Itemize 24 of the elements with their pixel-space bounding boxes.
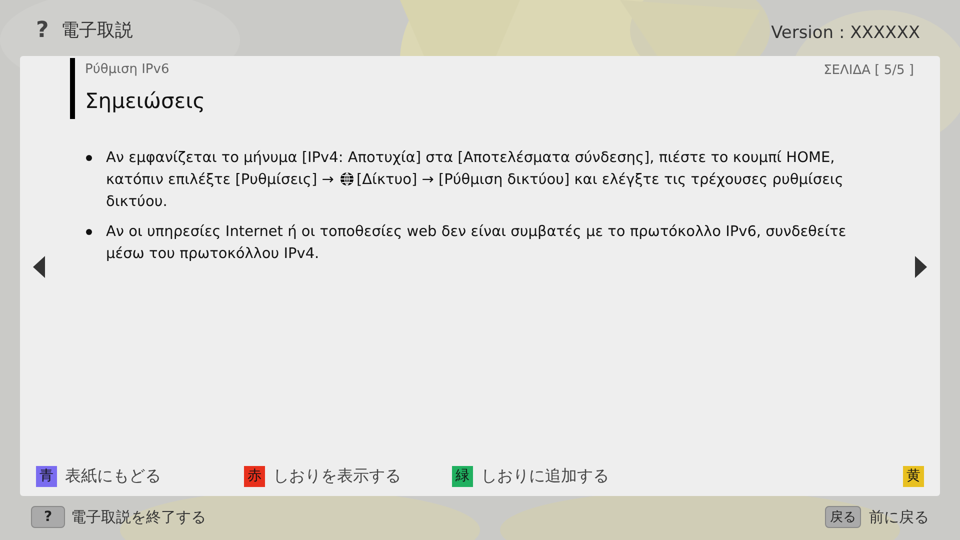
- page-counter: ΣΕΛΙΔΑ [ 5/5 ]: [824, 62, 914, 80]
- bullet-icon: [86, 229, 92, 235]
- app-title: 電子取説: [60, 18, 133, 42]
- note-text: Αν οι υπηρεσίες Internet ή οι τοποθεσίες web δεν είναι συμβατές με το πρωτόκολλο IPv6, συνδεθείτε μέσω του πρωτοκόλλου IPv4.: [106, 223, 848, 264]
- exit-label: 電子取説を終了する: [71, 507, 206, 528]
- key-label: しおりに追加する: [481, 465, 609, 487]
- next-arrow-icon[interactable]: [915, 256, 927, 278]
- page-heading: Σημειώσεις: [85, 88, 206, 114]
- key-label: しおりを表示する: [273, 465, 401, 487]
- version-label: Version : XXXXXX: [771, 22, 920, 46]
- globe-icon: [340, 172, 354, 186]
- back-label: 前に戻る: [869, 507, 929, 528]
- note-text: Αν εμφανίζεται το μήνυμα [IPv4: Αποτυχία] στα [Αποτελέσματα σύνδεσης], πιέστε το κουμπί HOME, κατόπιν επιλέξτε [Ρυθμίσεις] → [Δίκτυο] → [Ρύθμιση δικτύου] και ελέγξτε τις τρέχουσες ρυθμίσεις δικτύου.: [106, 149, 844, 212]
- previous-arrow-icon[interactable]: [33, 256, 45, 278]
- color-key[interactable]: 青: [36, 466, 57, 486]
- bullet-icon: [86, 155, 92, 161]
- key-label: 表紙にもどる: [65, 465, 161, 487]
- help-key[interactable]: ?: [31, 506, 65, 528]
- color-key[interactable]: 赤: [244, 466, 265, 486]
- help-icon: ?: [36, 14, 49, 46]
- color-key[interactable]: 黄: [903, 466, 924, 486]
- section-title: Ρύθμιση IPv6: [85, 61, 170, 79]
- back-key[interactable]: 戻る: [825, 506, 861, 528]
- color-key[interactable]: 緑: [452, 466, 473, 486]
